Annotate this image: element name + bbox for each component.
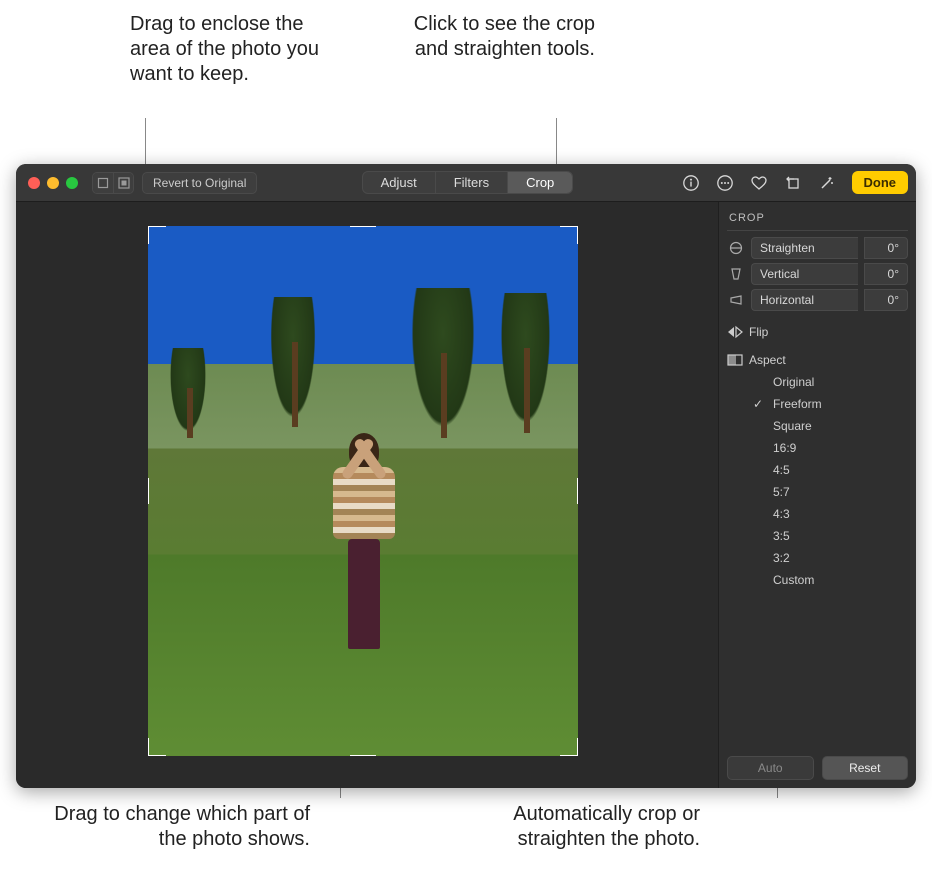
close-window-button[interactable] [28, 177, 40, 189]
photo-canvas[interactable] [16, 202, 718, 788]
aspect-label: Aspect [749, 353, 786, 367]
more-icon[interactable] [712, 170, 738, 196]
aspect-section: Aspect [727, 353, 908, 367]
aspect-option-4-3[interactable]: 4:3 [753, 503, 908, 525]
vertical-perspective-icon [727, 265, 745, 283]
crop-handle-top[interactable] [350, 226, 376, 227]
flip-section[interactable]: Flip [727, 325, 908, 339]
window-toolbar: Revert to Original Adjust Filters Crop D… [16, 164, 916, 202]
callout-auto-crop: Automatically crop or straighten the pho… [450, 802, 700, 852]
crop-handle-bottom[interactable] [350, 755, 376, 756]
crop-handle-left[interactable] [148, 478, 149, 504]
minimize-window-button[interactable] [47, 177, 59, 189]
window-traffic-lights [24, 177, 82, 189]
aspect-ratio-list: Original ✓Freeform Square 16:9 4:5 5:7 4… [753, 371, 908, 591]
horizontal-perspective-icon [727, 291, 745, 309]
crop-panel: CROP Straighten 0° Vertical 0° Hori [718, 202, 916, 788]
aspect-option-3-5[interactable]: 3:5 [753, 525, 908, 547]
straighten-label[interactable]: Straighten [751, 237, 858, 259]
aspect-option-custom[interactable]: Custom [753, 569, 908, 591]
photos-edit-window: Revert to Original Adjust Filters Crop D… [16, 164, 916, 788]
straighten-value[interactable]: 0° [864, 237, 908, 259]
crop-handle-top-left[interactable] [148, 226, 166, 244]
info-icon[interactable] [678, 170, 704, 196]
vertical-label[interactable]: Vertical [751, 263, 858, 285]
edit-mode-tabs: Adjust Filters Crop [362, 171, 574, 194]
photo-subject [329, 433, 399, 653]
photo-crop-region[interactable] [148, 226, 578, 756]
aspect-option-square[interactable]: Square [753, 415, 908, 437]
horizontal-row: Horizontal 0° [727, 289, 908, 311]
crop-panel-footer: Auto Reset [727, 748, 908, 780]
aspect-option-3-2[interactable]: 3:2 [753, 547, 908, 569]
tab-adjust[interactable]: Adjust [363, 172, 435, 193]
aspect-option-4-5[interactable]: 4:5 [753, 459, 908, 481]
straighten-row: Straighten 0° [727, 237, 908, 259]
aspect-option-5-7[interactable]: 5:7 [753, 481, 908, 503]
crop-panel-header: CROP [727, 210, 908, 231]
horizontal-label[interactable]: Horizontal [751, 289, 858, 311]
zoom-fit-button[interactable] [93, 173, 113, 193]
rotate-icon[interactable] [780, 170, 806, 196]
editor-content: CROP Straighten 0° Vertical 0° Hori [16, 202, 916, 788]
tab-crop[interactable]: Crop [507, 172, 572, 193]
aspect-option-16-9[interactable]: 16:9 [753, 437, 908, 459]
aspect-option-freeform[interactable]: ✓Freeform [753, 393, 908, 415]
reset-crop-button[interactable]: Reset [822, 756, 909, 780]
flip-icon [727, 325, 743, 339]
flip-label: Flip [749, 325, 768, 339]
favorite-heart-icon[interactable] [746, 170, 772, 196]
crop-handle-right[interactable] [577, 478, 578, 504]
straighten-icon [727, 239, 745, 257]
callout-crop-handle: Drag to enclose the area of the photo yo… [130, 12, 330, 87]
toolbar-right-icons: Done [678, 170, 909, 196]
done-button[interactable]: Done [852, 171, 909, 194]
auto-crop-button[interactable]: Auto [727, 756, 814, 780]
tab-filters[interactable]: Filters [435, 172, 507, 193]
auto-enhance-wand-icon[interactable] [814, 170, 840, 196]
vertical-value[interactable]: 0° [864, 263, 908, 285]
revert-to-original-button[interactable]: Revert to Original [142, 172, 257, 194]
zoom-actual-button[interactable] [113, 173, 133, 193]
horizontal-value[interactable]: 0° [864, 289, 908, 311]
aspect-option-original[interactable]: Original [753, 371, 908, 393]
crop-handle-bottom-left[interactable] [148, 738, 166, 756]
crop-handle-bottom-right[interactable] [560, 738, 578, 756]
callout-pan-photo: Drag to change which part of the photo s… [30, 802, 310, 852]
zoom-window-button[interactable] [66, 177, 78, 189]
vertical-row: Vertical 0° [727, 263, 908, 285]
callout-crop-tab: Click to see the crop and straighten too… [385, 12, 595, 62]
view-mode-segmented [92, 172, 134, 194]
aspect-icon [727, 353, 743, 367]
crop-handle-top-right[interactable] [560, 226, 578, 244]
